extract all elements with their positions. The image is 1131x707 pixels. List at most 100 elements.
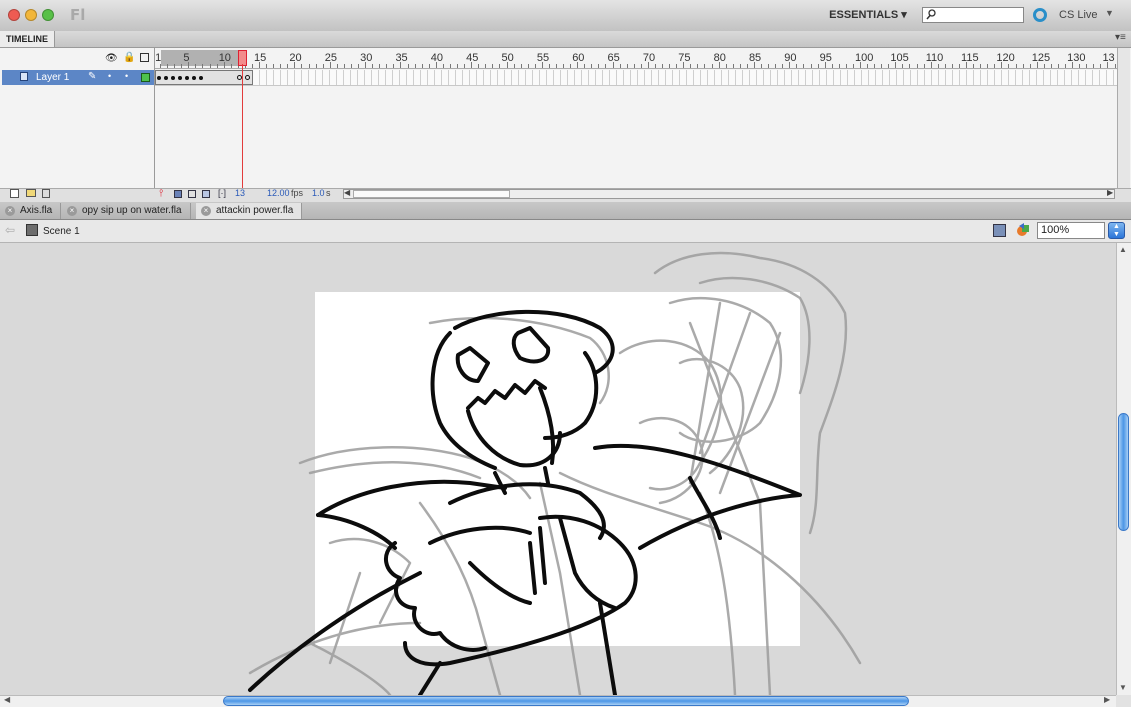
horizontal-scroll-thumb[interactable]: [223, 696, 909, 706]
panel-menu-icon[interactable]: ▾≡: [1115, 32, 1126, 43]
ruler-tick: [711, 64, 713, 68]
stage-canvas[interactable]: [0, 243, 1116, 695]
search-icon: [926, 9, 936, 20]
zoom-field[interactable]: 100%: [1037, 222, 1105, 239]
ruler-tick: [662, 64, 664, 68]
keyframe-dot[interactable]: [245, 75, 250, 80]
close-tab-icon[interactable]: ×: [67, 206, 77, 216]
ruler-tick: [471, 62, 473, 68]
ruler-tick: [824, 62, 826, 68]
layer-list: [0, 48, 155, 188]
document-tab-active[interactable]: × attackin power.fla: [196, 203, 303, 219]
chevron-down-icon: ▼: [1113, 231, 1120, 238]
edit-symbols-icon[interactable]: [1016, 223, 1030, 237]
ruler-tick: [1065, 64, 1067, 68]
keyframe-dot[interactable]: [192, 76, 196, 80]
ruler-tick: [563, 64, 565, 68]
ruler-tick: [174, 64, 176, 68]
help-search-input[interactable]: [922, 7, 1024, 23]
ruler-tick: [584, 64, 586, 68]
chevron-down-icon[interactable]: ▼: [1105, 8, 1114, 18]
ruler-tick: [442, 64, 444, 68]
zoom-window-button[interactable]: [42, 9, 54, 21]
tab-timeline[interactable]: TIMELINE: [0, 31, 55, 47]
ruler-tick: [902, 64, 904, 68]
ruler-tick: [683, 62, 685, 68]
ruler-tick: [789, 62, 791, 68]
keyframe-dot[interactable]: [157, 76, 161, 80]
workspace-switcher-button[interactable]: ESSENTIALS ▾: [824, 5, 912, 26]
ruler-tick: [449, 64, 451, 68]
ruler-tick: [973, 64, 975, 68]
timeline-scroll-thumb[interactable]: [353, 190, 510, 198]
onion-skin-icon[interactable]: [174, 190, 182, 198]
zoom-dropdown-button[interactable]: ▲ ▼: [1108, 222, 1125, 239]
ruler-tick: [209, 64, 211, 68]
scroll-left-arrow[interactable]: ◀: [344, 188, 350, 197]
close-tab-icon[interactable]: ×: [201, 206, 211, 216]
document-tab[interactable]: × Axis.fla: [0, 203, 62, 219]
close-window-button[interactable]: [8, 9, 20, 21]
ruler-tick: [428, 64, 430, 68]
ruler-tick: [287, 64, 289, 68]
ruler-tick: [916, 64, 918, 68]
document-tab[interactable]: × opy sip up on water.fla: [62, 203, 191, 219]
edit-bar: [0, 220, 1131, 243]
elapsed-time-unit: s: [326, 188, 331, 198]
chevron-up-icon: ▲: [1113, 223, 1120, 230]
keyframe-dot[interactable]: [185, 76, 189, 80]
center-frame-icon[interactable]: ⫯: [159, 188, 163, 199]
keyframe-dot[interactable]: [178, 76, 182, 80]
keyframe-dot[interactable]: [199, 76, 203, 80]
ruler-tick: [1072, 62, 1074, 68]
close-tab-icon[interactable]: ×: [5, 206, 15, 216]
ruler-tick: [555, 64, 557, 68]
scroll-down-arrow[interactable]: ▼: [1119, 683, 1127, 692]
ruler-tick: [782, 64, 784, 68]
ruler-label: 30: [360, 52, 373, 64]
modify-markers-icon[interactable]: [·]: [218, 188, 226, 198]
ruler-label: 90: [784, 52, 797, 64]
onion-skin-outline-icon[interactable]: [188, 190, 196, 198]
edit-scene-icon[interactable]: [993, 224, 1006, 237]
keyframe-dot[interactable]: [164, 76, 168, 80]
edit-multiple-frames-icon[interactable]: [202, 190, 210, 198]
scroll-left-arrow[interactable]: ◀: [4, 695, 10, 704]
ruler-tick: [251, 64, 253, 68]
ruler-tick: [414, 64, 416, 68]
scroll-right-arrow[interactable]: ▶: [1104, 695, 1110, 704]
new-folder-icon[interactable]: [26, 189, 36, 197]
new-layer-icon[interactable]: [10, 189, 19, 198]
frame-rate-value[interactable]: 12.00: [267, 188, 290, 198]
scroll-up-arrow[interactable]: ▲: [1119, 245, 1127, 254]
scroll-right-arrow[interactable]: ▶: [1107, 188, 1113, 197]
timeline-vertical-scrollbar[interactable]: [1117, 48, 1130, 188]
lock-dot-icon[interactable]: •: [125, 71, 128, 81]
cs-live-menu[interactable]: CS Live: [1059, 9, 1098, 21]
ruler-tick: [1100, 64, 1102, 68]
ruler-tick: [329, 62, 331, 68]
minimize-window-button[interactable]: [25, 9, 37, 21]
keyframe-dot[interactable]: [171, 76, 175, 80]
scene-breadcrumb[interactable]: Scene 1: [43, 226, 80, 237]
ruler-tick: [315, 64, 317, 68]
ruler-tick: [343, 64, 345, 68]
back-arrow-icon[interactable]: ⇦: [5, 223, 15, 237]
ruler-tick: [1057, 64, 1059, 68]
ruler-tick: [796, 64, 798, 68]
ruler-tick: [951, 64, 953, 68]
layer-outline-color-swatch[interactable]: [141, 73, 150, 82]
ruler-tick: [605, 64, 607, 68]
ruler-label: 125: [1031, 52, 1051, 64]
ruler-tick: [867, 64, 869, 68]
ruler-tick: [810, 64, 812, 68]
ruler-tick: [768, 64, 770, 68]
vertical-scroll-thumb[interactable]: [1118, 413, 1129, 531]
visibility-dot-icon[interactable]: •: [108, 71, 111, 81]
ruler-tick: [1029, 64, 1031, 68]
ruler-tick: [838, 64, 840, 68]
ruler-tick: [725, 64, 727, 68]
trash-icon[interactable]: [42, 189, 50, 198]
frame-cells[interactable]: [155, 70, 1117, 86]
ruler-tick: [195, 64, 197, 68]
